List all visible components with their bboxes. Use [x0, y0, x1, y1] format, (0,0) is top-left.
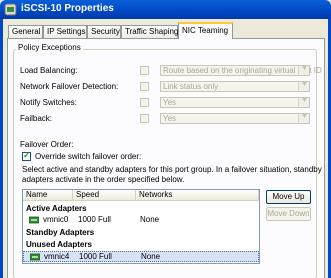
failback-select[interactable]: Yes ▼ [160, 113, 310, 124]
notify-switches-value: Yes [163, 98, 177, 107]
move-down-button[interactable]: Move Down [266, 207, 311, 221]
failover-detection-select[interactable]: Link status only ▼ [160, 81, 310, 92]
notify-switches-checkbox[interactable] [140, 98, 149, 107]
failover-description-line1: Select active and standby adapters for t… [22, 165, 322, 174]
adapter-name: vmnic0 [43, 215, 69, 224]
standby-adapters-group: Standby Adapters [26, 228, 95, 237]
adapter-networks: None [141, 252, 161, 261]
adapter-name: vmnic4 [44, 252, 70, 261]
unused-adapters-group: Unused Adapters [26, 240, 92, 249]
network-adapter-icon [30, 253, 40, 261]
override-failover-label[interactable]: Override switch failover order: [35, 152, 141, 161]
notify-switches-select[interactable]: Yes ▼ [160, 97, 310, 108]
failback-checkbox[interactable] [140, 114, 149, 123]
title-bar[interactable]: iSCSI-10 Properties [0, 0, 331, 19]
adapter-speed: 1000 Full [79, 252, 112, 261]
move-up-button[interactable]: Move Up [266, 190, 311, 204]
failback-value: Yes [163, 114, 177, 123]
adapter-row[interactable]: vmnic4 1000 Full None [23, 251, 259, 262]
failback-label: Failback: [20, 114, 53, 123]
column-header-speed[interactable]: Speed [73, 190, 136, 201]
failover-description-line2: adapters activate in the order specified… [22, 175, 185, 184]
tab-nic-teaming[interactable]: NIC Teaming [178, 22, 233, 39]
load-balancing-checkbox[interactable] [140, 66, 149, 75]
chevron-down-icon[interactable]: ▼ [298, 65, 309, 75]
chevron-down-icon[interactable]: ▼ [298, 81, 309, 91]
checkmark-icon: ✓ [23, 150, 31, 160]
failover-detection-checkbox[interactable] [140, 82, 149, 91]
chevron-down-icon[interactable]: ▼ [298, 97, 309, 107]
tab-security[interactable]: Security [87, 25, 121, 38]
tab-traffic-shaping[interactable]: Traffic Shaping [121, 25, 178, 38]
window-title: iSCSI-10 Properties [21, 3, 114, 14]
column-header-networks[interactable]: Networks [136, 190, 259, 201]
load-balancing-label: Load Balancing: [20, 66, 78, 75]
chevron-down-icon[interactable]: ▼ [298, 113, 309, 123]
failover-order-label: Failover Order: [20, 140, 74, 149]
tab-general[interactable]: General [8, 25, 43, 38]
adapters-list[interactable]: Name Speed Networks Active Adapters vmni… [22, 189, 260, 264]
nic-teaming-panel: Policy Exceptions Load Balancing: Route … [7, 38, 325, 278]
override-failover-checkbox[interactable]: ✓ [22, 150, 31, 161]
adapter-row[interactable]: vmnic0 1000 Full None [23, 215, 259, 226]
adapter-networks: None [140, 215, 160, 224]
notify-switches-label: Notify Switches: [20, 98, 77, 107]
failover-detection-label: Network Failover Detection: [20, 82, 119, 91]
network-adapter-icon [29, 216, 39, 224]
window-body: General IP Settings Security Traffic Sha… [0, 19, 331, 278]
column-header-name[interactable]: Name [23, 190, 73, 201]
load-balancing-select[interactable]: Route based on the originating virtual p… [160, 65, 322, 76]
vsphere-app-icon [4, 3, 17, 16]
tab-ip-settings[interactable]: IP Settings [43, 25, 87, 38]
active-adapters-group: Active Adapters [26, 204, 87, 213]
policy-exceptions-label: Policy Exceptions [16, 43, 83, 52]
adapter-speed: 1000 Full [78, 215, 111, 224]
failover-detection-value: Link status only [163, 82, 219, 91]
